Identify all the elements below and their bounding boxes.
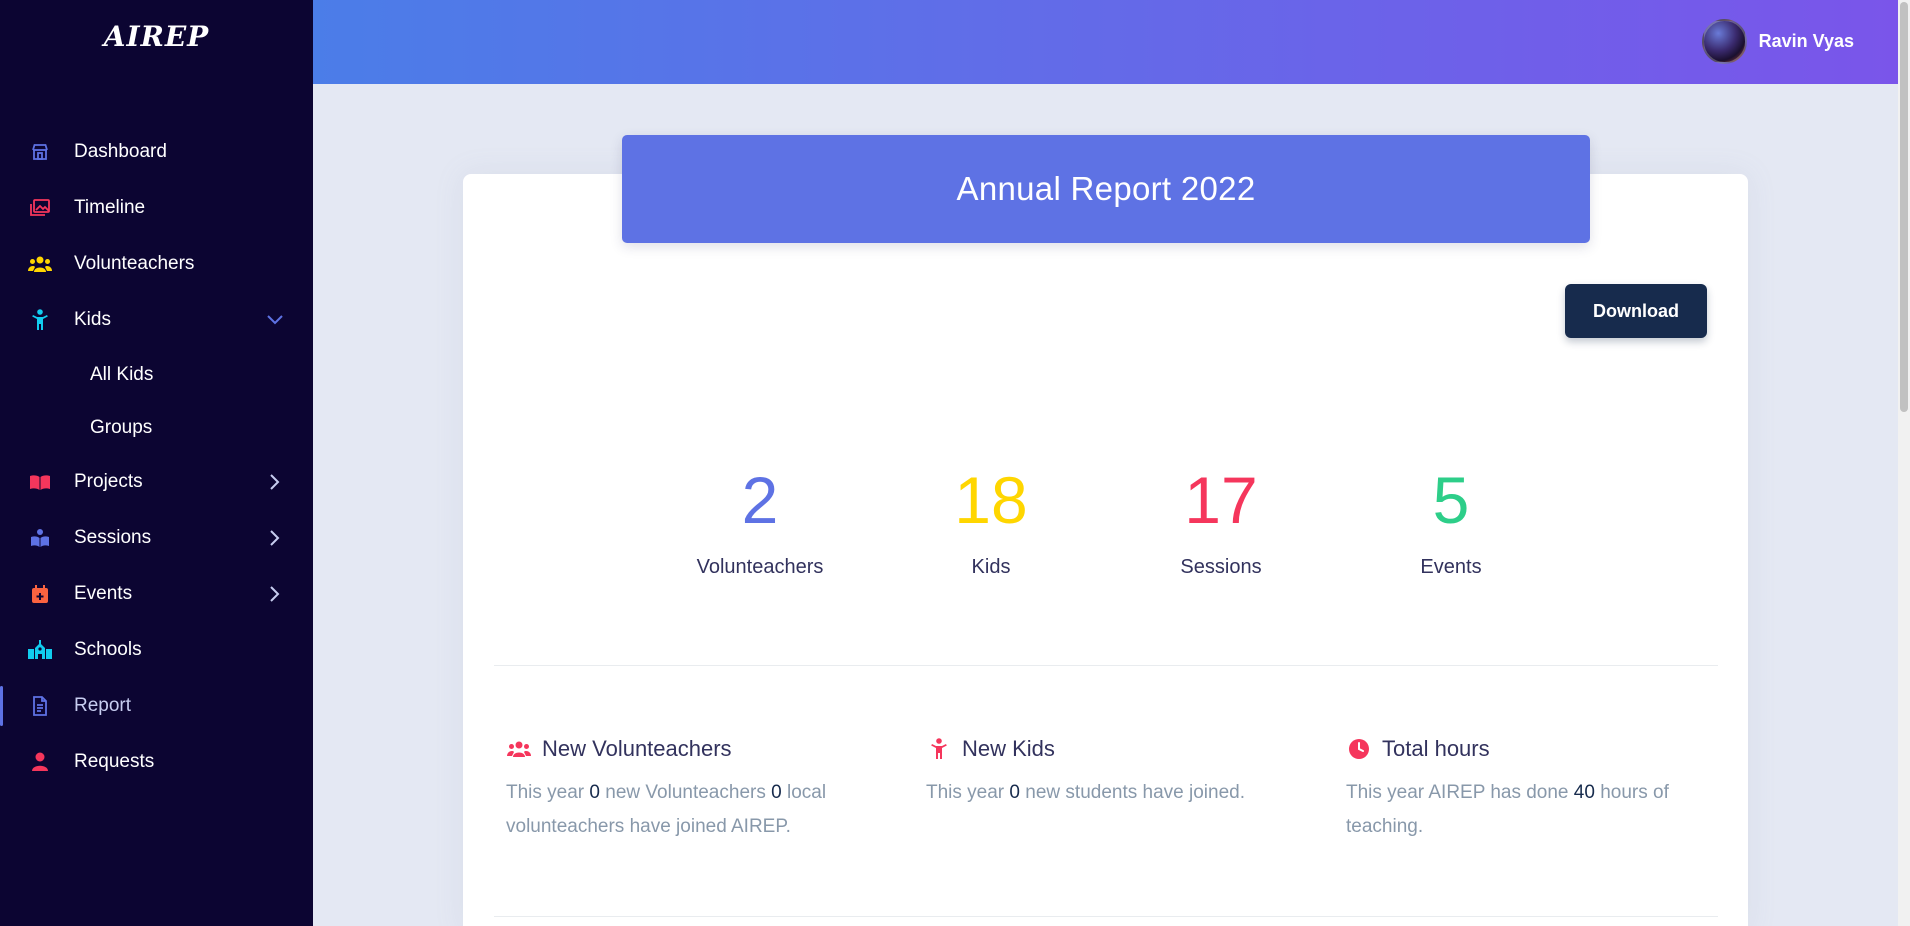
divider xyxy=(494,916,1718,917)
chevron-right-icon[interactable] xyxy=(265,472,285,492)
info-heading: New Volunteachers xyxy=(506,736,866,762)
child-icon xyxy=(926,736,952,762)
stat-value: 5 xyxy=(1432,463,1470,537)
app-logo[interactable]: AIREP xyxy=(0,20,313,53)
sidebar-item-kids[interactable]: Kids xyxy=(0,292,313,348)
stat-label: Volunteachers xyxy=(696,556,824,578)
info-text: This year 0 new students have joined. xyxy=(926,776,1286,810)
divider xyxy=(494,665,1718,666)
info-text-part: new students have joined. xyxy=(1020,782,1245,803)
sidebar-nav: Dashboard Timeline Volunteachers Kids Al… xyxy=(0,124,313,790)
page-title: Annual Report 2022 xyxy=(956,170,1256,207)
info-heading: Total hours xyxy=(1346,736,1706,762)
info-heading: New Kids xyxy=(926,736,1286,762)
stat-events: 5 Events xyxy=(1351,460,1551,579)
stat-value: 18 xyxy=(954,463,1028,537)
reader-icon xyxy=(28,526,52,550)
info-total-hours: Total hours This year AIREP has done 40 … xyxy=(1346,736,1706,844)
report-banner: Annual Report 2022 xyxy=(622,135,1590,243)
info-text-part: This year xyxy=(926,782,1010,803)
info-text: This year 0 new Volunteachers 0 local vo… xyxy=(506,776,866,844)
images-icon xyxy=(28,196,52,220)
sidebar-item-label: Timeline xyxy=(74,197,146,218)
stat-kids: 18 Kids xyxy=(891,460,1091,579)
clock-icon xyxy=(1346,736,1372,762)
info-text-part: This year xyxy=(506,782,590,803)
page-scrollbar[interactable] xyxy=(1898,0,1910,926)
user-name[interactable]: Ravin Vyas xyxy=(1759,31,1854,52)
chevron-right-icon[interactable] xyxy=(265,528,285,548)
sidebar-item-label: Projects xyxy=(74,471,143,492)
info-new-volunteachers: New Volunteachers This year 0 new Volunt… xyxy=(506,736,866,844)
scrollbar-thumb[interactable] xyxy=(1900,2,1908,412)
document-icon xyxy=(28,694,52,718)
chevron-down-icon[interactable] xyxy=(265,310,285,330)
users-icon xyxy=(28,252,52,276)
stat-label: Events xyxy=(1420,556,1482,578)
stat-label: Kids xyxy=(971,556,1011,578)
info-number: 0 xyxy=(771,782,782,803)
book-icon xyxy=(28,470,52,494)
sidebar-item-events[interactable]: Events xyxy=(0,566,313,622)
info-title: New Kids xyxy=(962,736,1055,761)
user-icon xyxy=(28,750,52,774)
child-icon xyxy=(28,308,52,332)
info-new-kids: New Kids This year 0 new students have j… xyxy=(926,736,1286,810)
sidebar-item-label: Dashboard xyxy=(74,141,167,162)
stat-volunteachers: 2 Volunteachers xyxy=(660,460,860,579)
sidebar-item-schools[interactable]: Schools xyxy=(0,622,313,678)
calendar-icon xyxy=(28,582,52,606)
avatar[interactable] xyxy=(1701,19,1747,64)
info-text-part: This year AIREP has done xyxy=(1346,782,1574,803)
users-icon xyxy=(506,736,532,762)
download-button[interactable]: Download xyxy=(1565,284,1707,338)
info-text-part: new Volunteachers xyxy=(600,782,772,803)
sidebar-item-sessions[interactable]: Sessions xyxy=(0,510,313,566)
sidebar-item-timeline[interactable]: Timeline xyxy=(0,180,313,236)
sidebar-item-projects[interactable]: Projects xyxy=(0,454,313,510)
sidebar-item-label: Events xyxy=(74,583,133,604)
sidebar-item-report[interactable]: Report xyxy=(0,678,313,734)
shop-icon xyxy=(28,140,52,164)
sidebar-item-volunteachers[interactable]: Volunteachers xyxy=(0,236,313,292)
info-number: 0 xyxy=(1009,782,1020,803)
stat-value: 2 xyxy=(741,463,779,537)
stat-value: 17 xyxy=(1184,463,1258,537)
info-number: 0 xyxy=(589,782,600,803)
stat-sessions: 17 Sessions xyxy=(1121,460,1321,579)
sidebar-subitem-all-kids[interactable]: All Kids xyxy=(0,348,313,401)
sidebar-item-label: Volunteachers xyxy=(74,253,195,274)
sidebar-item-label: Kids xyxy=(74,309,111,330)
sidebar-item-requests[interactable]: Requests xyxy=(0,734,313,790)
sidebar-item-dashboard[interactable]: Dashboard xyxy=(0,124,313,180)
sidebar-item-label: Schools xyxy=(74,639,142,660)
info-number: 40 xyxy=(1573,782,1595,803)
sidebar: AIREP Dashboard Timeline Volunteachers K… xyxy=(0,0,313,926)
info-text: This year AIREP has done 40 hours of tea… xyxy=(1346,776,1706,844)
sidebar-item-label: Sessions xyxy=(74,527,152,548)
chevron-right-icon[interactable] xyxy=(265,584,285,604)
sidebar-item-label: Report xyxy=(74,695,132,716)
stat-label: Sessions xyxy=(1180,556,1262,578)
school-icon xyxy=(28,638,52,662)
info-title: New Volunteachers xyxy=(542,736,732,761)
top-header: Ravin Vyas xyxy=(313,0,1898,84)
info-title: Total hours xyxy=(1382,736,1490,761)
user-menu[interactable]: Ravin Vyas xyxy=(1701,19,1854,64)
sidebar-item-label: Requests xyxy=(74,751,155,772)
sidebar-subitem-groups[interactable]: Groups xyxy=(0,401,313,454)
